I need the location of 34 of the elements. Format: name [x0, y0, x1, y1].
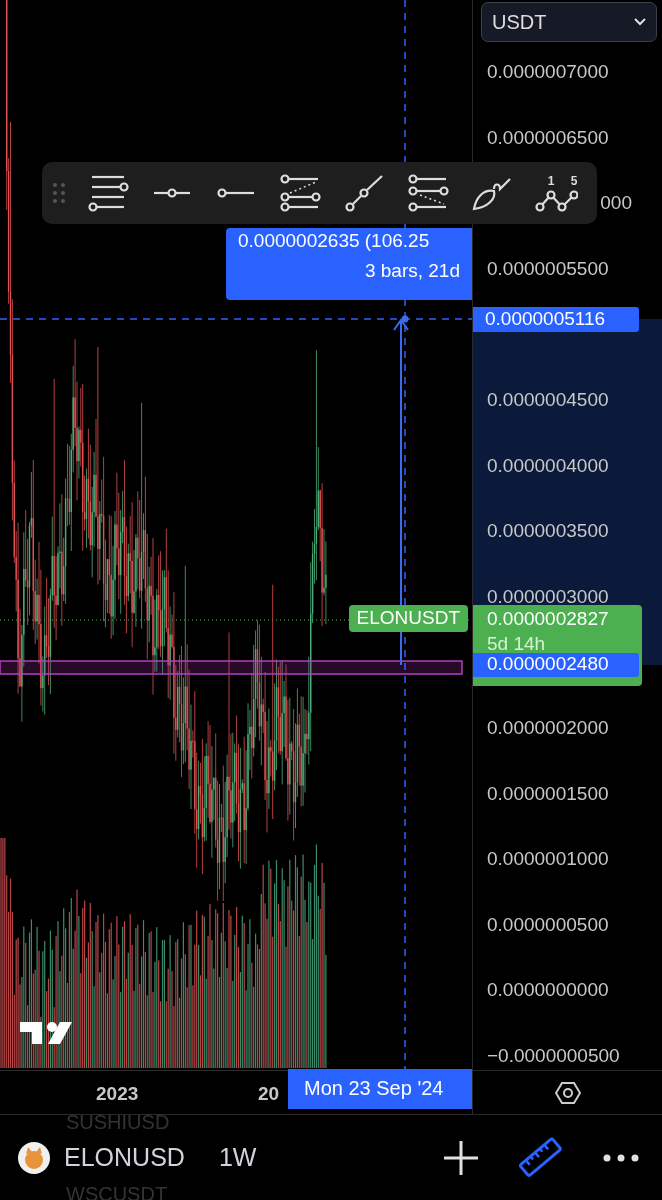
interval-button[interactable]: 1W [218, 1143, 257, 1172]
price-axis-label: 0.0000004500 [487, 388, 609, 412]
price-axis-label: 0.0000007000 [487, 60, 609, 84]
measure-label: 0.0000002635 (106.25 3 bars, 21d [226, 228, 472, 300]
logo-icon [20, 1022, 72, 1044]
price-axis-label: 0.0000000000 [487, 978, 609, 1003]
symbol-name[interactable]: ELONUSD [64, 1143, 185, 1172]
crosshair-price-label: 0.0000005116 [473, 307, 639, 332]
settings-icon[interactable] [554, 1079, 581, 1106]
price-axis-label: 0.0000000500 [487, 912, 609, 937]
last-price: 0.0000002827 [487, 608, 609, 630]
price-axis-label: 0.0000003000 [487, 584, 609, 609]
time-axis-label: 20 [258, 1083, 280, 1105]
price-axis-label: 0.0000002000 [487, 716, 609, 740]
wave-point-label: 5 [570, 174, 578, 188]
wave-point-label: 1 [547, 174, 555, 188]
crosshair-date-label: Mon 23 Sep '24 [288, 1069, 472, 1109]
time-axis-label: 2023 [96, 1083, 139, 1105]
coin-avatar-icon [18, 1141, 50, 1174]
bar-countdown: 5d 14h [487, 633, 546, 655]
start-price-label: 0.0000002480 [473, 653, 639, 677]
price-axis-label: 0.0000001500 [487, 781, 609, 806]
price-axis-label: 0.0000003500 [487, 519, 609, 544]
price-axis-label: 0.0000001000 [487, 847, 609, 872]
price-axis-label: 0.0000006500 [487, 125, 609, 150]
symbol-tag: ELONUSDT [348, 605, 468, 632]
price-axis-label: 0.0000004000 [487, 453, 609, 478]
chevron-down-icon [634, 18, 646, 26]
price-axis-label: −0.0000000500 [487, 1044, 620, 1068]
drag-handle-icon[interactable] [52, 182, 66, 204]
price-axis-label: 0.0000005500 [487, 256, 609, 281]
price-axis-label: 000 [600, 191, 632, 216]
more-icon [603, 1154, 639, 1162]
currency-dropdown[interactable]: USDT [481, 2, 657, 42]
